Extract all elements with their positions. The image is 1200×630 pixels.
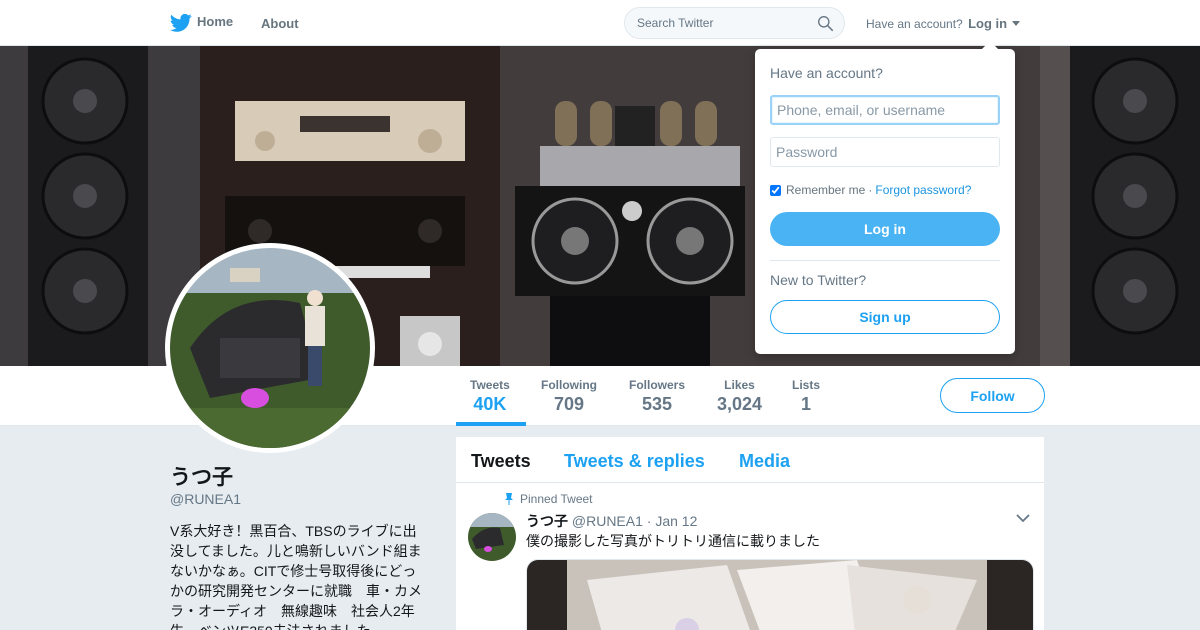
tab-tweets-replies[interactable]: Tweets & replies xyxy=(564,451,705,472)
tweet-text: 僕の撮影した写真がトリトリ通信に載りました xyxy=(526,533,820,549)
tab-tweets[interactable]: Tweets xyxy=(471,451,531,472)
follow-button[interactable]: Follow xyxy=(940,378,1045,413)
tweet-date[interactable]: · Jan 12 xyxy=(647,513,698,529)
login-dropdown: Have an account? Remember me · Forgot pa… xyxy=(755,41,1015,354)
stat-label: Lists xyxy=(792,378,821,392)
tweet-author-name[interactable]: うつ子 xyxy=(526,513,568,529)
search-icon[interactable] xyxy=(817,15,834,32)
caret-down-icon xyxy=(1012,21,1021,26)
username-field[interactable] xyxy=(770,95,1000,125)
signup-button[interactable]: Sign up xyxy=(770,300,1000,334)
search-input[interactable] xyxy=(625,8,805,38)
stat-tweets[interactable]: Tweets 40K xyxy=(470,378,510,415)
separator-dot: · xyxy=(868,183,873,197)
tweet-media[interactable] xyxy=(526,559,1034,630)
nav-about-link[interactable]: About xyxy=(261,16,299,31)
profile-bio: V系大好き！黒百合、TBSのライブに出没してました。儿と鳴新しいバンド組まないか… xyxy=(170,523,422,630)
have-account-text: Have an account? xyxy=(866,17,963,31)
stat-label: Followers xyxy=(629,378,686,392)
stat-following[interactable]: Following 709 xyxy=(541,378,597,415)
password-field[interactable] xyxy=(770,137,1000,167)
timeline-tabs: Tweets Tweets & replies Media xyxy=(456,437,1044,483)
nav-home-label: Home xyxy=(197,14,234,29)
stat-value: 3,024 xyxy=(717,394,763,414)
timeline: Tweets Tweets & replies Media Pinned Twe… xyxy=(456,437,1044,630)
remember-me-label[interactable]: Remember me xyxy=(786,183,865,197)
twitter-bird-icon xyxy=(170,13,192,32)
dropdown-arrow xyxy=(981,41,999,50)
stat-followers[interactable]: Followers 535 xyxy=(629,378,685,415)
profile-handle[interactable]: @RUNEA1 xyxy=(170,491,241,507)
account-menu[interactable]: Have an account? Log in xyxy=(866,16,1021,31)
stat-value: 1 xyxy=(801,394,812,414)
stat-lists[interactable]: Lists 1 xyxy=(792,378,820,415)
active-tab-indicator xyxy=(456,422,526,426)
nav-login-link[interactable]: Log in xyxy=(968,16,1007,31)
search-box xyxy=(624,7,845,39)
chevron-down-icon[interactable] xyxy=(1016,513,1030,523)
forgot-password-link[interactable]: Forgot password? xyxy=(875,183,971,197)
tweet-avatar-image xyxy=(468,513,516,561)
dropdown-title: Have an account? xyxy=(770,65,883,81)
login-button[interactable]: Log in xyxy=(770,212,1000,246)
stat-label: Likes xyxy=(724,378,755,392)
pinned-text: Pinned Tweet xyxy=(520,492,593,506)
stat-label: Tweets xyxy=(470,378,510,392)
tweet-author-handle[interactable]: @RUNEA1 xyxy=(572,513,643,529)
nav-home-link[interactable]: Home xyxy=(170,13,234,32)
top-nav: Home About Have an account? Log in xyxy=(0,0,1200,46)
stat-label: Following xyxy=(541,378,597,392)
stat-likes[interactable]: Likes 3,024 xyxy=(717,378,762,415)
stat-value: 709 xyxy=(553,394,585,414)
new-to-twitter-text: New to Twitter? xyxy=(770,272,867,288)
dropdown-divider xyxy=(770,260,1000,261)
profile-avatar[interactable] xyxy=(165,243,375,453)
tab-media[interactable]: Media xyxy=(739,451,790,472)
tweet-header: うつ子 @RUNEA1 · Jan 12 xyxy=(526,511,697,531)
pin-icon xyxy=(505,493,513,505)
profile-name[interactable]: うつ子 xyxy=(170,461,233,491)
stat-value: 40K xyxy=(473,394,507,414)
tweet-avatar[interactable] xyxy=(468,513,516,561)
avatar-image xyxy=(170,248,370,448)
remember-me-row: Remember me · Forgot password? xyxy=(770,183,971,197)
pinned-tweet-label: Pinned Tweet xyxy=(505,492,593,506)
remember-me-checkbox[interactable] xyxy=(770,184,781,196)
tweet-media-image xyxy=(527,560,1033,630)
stat-value: 535 xyxy=(641,394,673,414)
